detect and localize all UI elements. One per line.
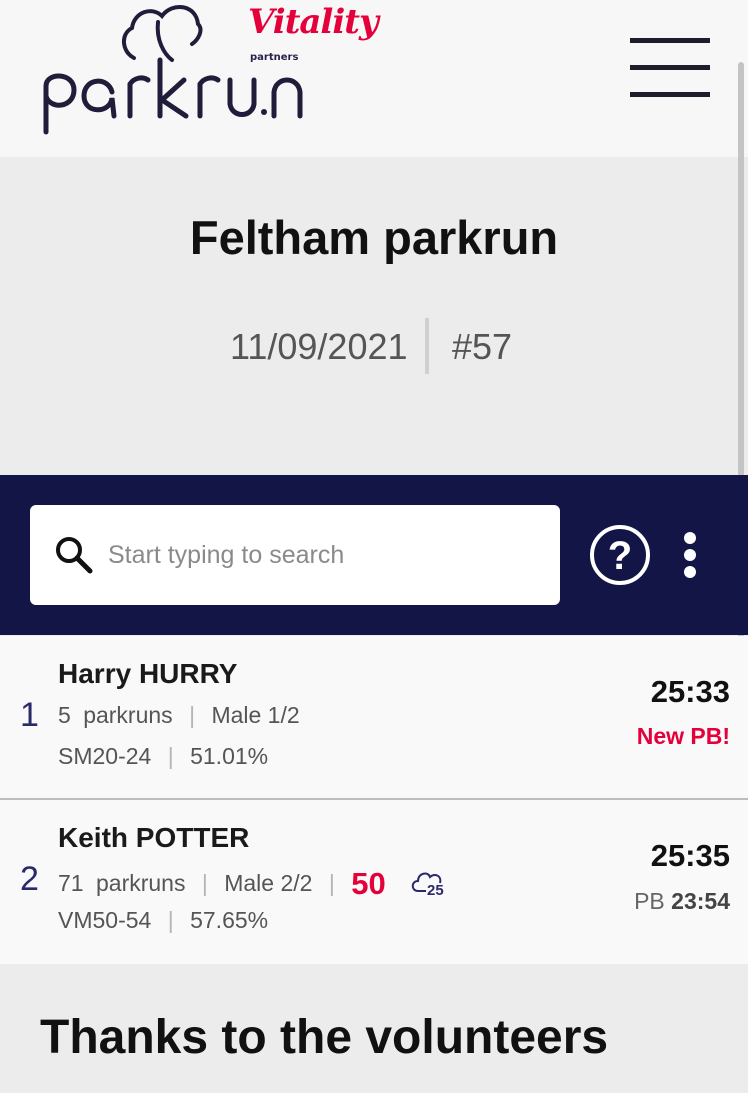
parkrun-count: 5: [58, 702, 71, 728]
question-circle-icon[interactable]: ?: [588, 523, 652, 587]
separator: |: [167, 743, 174, 769]
age-category: VM50-54: [58, 907, 152, 933]
partners-label: partners: [250, 52, 299, 63]
age-grade: 51.01%: [190, 743, 269, 769]
gender-position: Male 2/2: [224, 870, 313, 896]
runner-stats: 5 parkruns | Male 1/2: [58, 702, 300, 729]
milestone-50-badge: 50: [351, 866, 386, 901]
finish-time: 25:35: [650, 838, 730, 873]
parkrun-count-label: parkruns: [95, 870, 186, 896]
event-number: #57: [452, 326, 513, 367]
parkrun-count: 71: [58, 870, 84, 896]
event-title: Feltham parkrun: [189, 211, 559, 264]
finish-time: 25:33: [650, 674, 730, 709]
parkrun-logo[interactable]: Vitality partners: [38, 0, 379, 140]
site-header: Vitality partners: [0, 0, 748, 157]
volunteer-milestone-icon: 25: [411, 872, 444, 897]
meta-divider: [425, 318, 429, 374]
search-toolbar: ?: [0, 475, 748, 635]
gender-position: Male 1/2: [211, 702, 300, 728]
age-category: SM20-24: [58, 743, 152, 769]
hamburger-menu-icon[interactable]: [630, 38, 710, 98]
runner-stats: 71 parkruns | Male 2/2 | 50 25: [58, 866, 450, 902]
separator: |: [201, 870, 208, 896]
runner-category: VM50-54 | 57.65%: [58, 907, 268, 934]
vertical-ellipsis-icon[interactable]: [675, 530, 705, 580]
result-row[interactable]: 2 Keith POTTER 71 parkruns | Male 2/2 | …: [0, 800, 748, 964]
search-icon: [56, 537, 93, 574]
runner-name[interactable]: Harry HURRY: [58, 658, 237, 690]
volunteer-milestone-number: 25: [427, 882, 444, 897]
pb-time: 23:54: [671, 888, 730, 914]
personal-best: PB 23:54: [634, 888, 730, 915]
svg-text:?: ?: [608, 534, 632, 578]
age-grade: 57.65%: [190, 907, 269, 933]
pb-label: PB: [634, 888, 665, 914]
separator: |: [189, 702, 196, 728]
separator: |: [167, 907, 174, 933]
search-input[interactable]: [108, 530, 538, 580]
finish-position: 2: [20, 860, 39, 898]
parkrun-count-label: parkruns: [83, 702, 173, 728]
event-date: 11/09/2021: [230, 326, 408, 367]
event-meta: 11/09/2021 #57: [0, 318, 748, 374]
new-pb-badge: New PB!: [636, 723, 730, 749]
finish-position: 1: [20, 696, 39, 734]
runner-name[interactable]: Keith POTTER: [58, 822, 249, 854]
vitality-sponsor-logo: Vitality: [248, 2, 379, 42]
runner-category: SM20-24 | 51.01%: [58, 743, 268, 770]
search-box[interactable]: [30, 505, 560, 605]
separator: |: [328, 870, 335, 896]
result-row[interactable]: 1 Harry HURRY 5 parkruns | Male 1/2 SM20…: [0, 636, 748, 800]
volunteers-heading: Thanks to the volunteers: [40, 1011, 609, 1064]
